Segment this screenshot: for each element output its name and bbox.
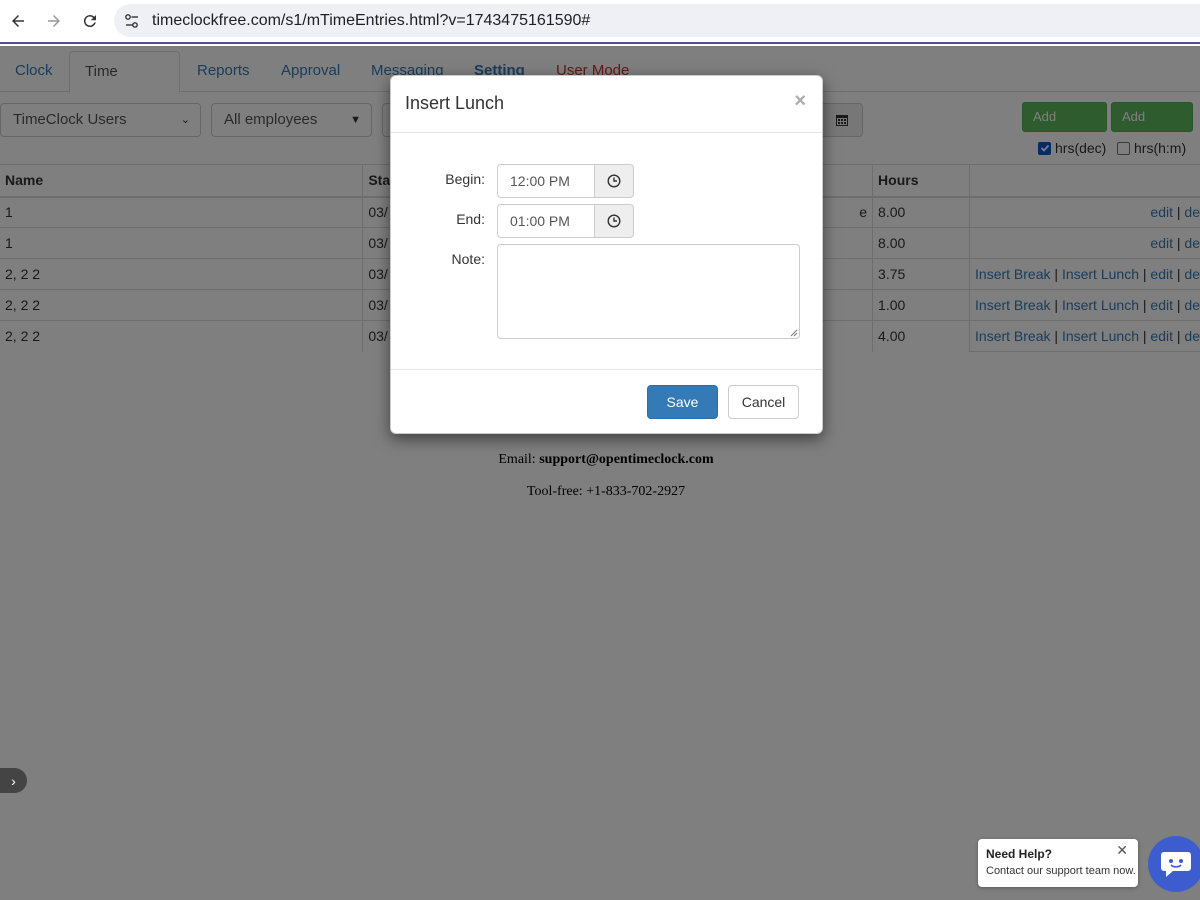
modal-footer: Save Cancel xyxy=(391,369,822,434)
clock-icon xyxy=(607,214,621,228)
chat-icon xyxy=(1161,852,1191,877)
help-popup[interactable]: Need Help? Contact our support team now.… xyxy=(978,839,1138,887)
chat-launcher-button[interactable] xyxy=(1148,836,1200,892)
close-icon[interactable]: × xyxy=(794,90,806,113)
begin-time-picker[interactable] xyxy=(594,164,634,198)
note-label: Note: xyxy=(451,251,485,267)
modal-header: Insert Lunch × xyxy=(391,76,822,133)
insert-lunch-modal: Insert Lunch × Begin: 12:00 PM End: 01:0… xyxy=(390,75,823,434)
help-subtitle: Contact our support team now. xyxy=(986,865,1136,877)
begin-label: Begin: xyxy=(445,171,485,187)
clock-icon xyxy=(607,174,621,188)
site-settings-icon[interactable] xyxy=(122,11,142,31)
back-button[interactable] xyxy=(0,3,36,39)
end-time-input[interactable]: 01:00 PM xyxy=(497,204,595,238)
close-icon[interactable]: ✕ xyxy=(1116,842,1128,859)
reload-button[interactable] xyxy=(72,3,108,39)
end-label: End: xyxy=(456,211,485,227)
url-text: timeclockfree.com/s1/mTimeEntries.html?v… xyxy=(152,11,591,29)
browser-toolbar: timeclockfree.com/s1/mTimeEntries.html?v… xyxy=(0,0,1200,44)
address-bar[interactable]: timeclockfree.com/s1/mTimeEntries.html?v… xyxy=(114,4,1200,37)
note-textarea[interactable] xyxy=(497,244,800,339)
reload-icon xyxy=(83,15,96,28)
modal-title: Insert Lunch xyxy=(405,93,505,113)
chevron-right-icon: › xyxy=(11,772,16,789)
arrow-left-icon xyxy=(12,15,24,27)
arrow-right-icon xyxy=(48,15,60,27)
begin-time-input[interactable]: 12:00 PM xyxy=(497,164,595,198)
cancel-button[interactable]: Cancel xyxy=(728,385,799,419)
save-button[interactable]: Save xyxy=(647,385,718,419)
forward-button[interactable] xyxy=(36,3,72,39)
sidebar-toggle[interactable]: › xyxy=(0,768,27,793)
resize-grip-icon[interactable] xyxy=(789,328,798,337)
end-time-picker[interactable] xyxy=(594,204,634,238)
help-title: Need Help? xyxy=(986,847,1053,861)
